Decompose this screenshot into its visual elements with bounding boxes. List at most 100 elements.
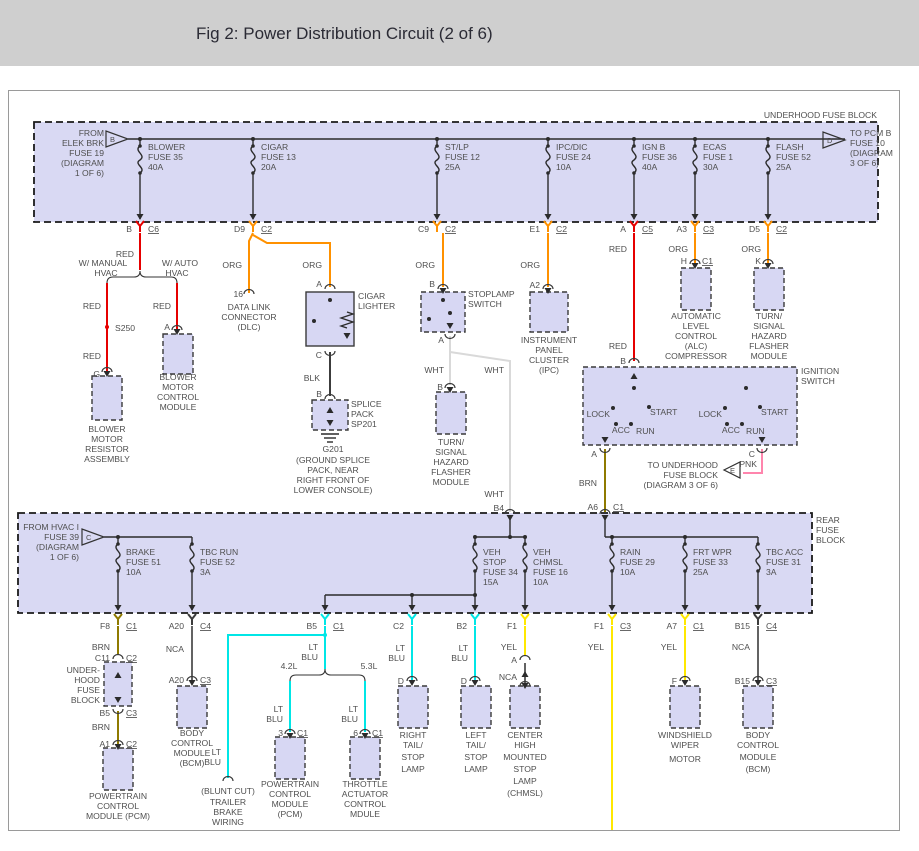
label-a6-147: A6: [587, 502, 598, 512]
turn-signal-hazard-flasher-module-1: [435, 391, 467, 435]
label-c2-44: C2: [776, 224, 787, 234]
fuse-brake-dot-bottom: [116, 569, 120, 573]
label-right-238: RIGHT: [400, 730, 427, 740]
label-tbc-run-152: TBC RUN: [200, 547, 238, 557]
label-c1-230: C1: [372, 728, 383, 738]
label-mdule-234: MDULE: [350, 809, 380, 819]
label-c-119: C: [749, 449, 755, 459]
label-fuse-51-150: FUSE 51: [126, 557, 161, 567]
label-a7-183: A7: [666, 621, 677, 631]
label-assembly-59: ASSEMBLY: [84, 454, 130, 464]
label-blu-236: BLU: [388, 653, 405, 663]
label-block-142: BLOCK: [816, 535, 845, 545]
label-resistor-58: RESISTOR: [85, 444, 129, 454]
label-motor-263: MOTOR: [669, 754, 701, 764]
label-b15-265: B15: [735, 676, 751, 686]
label-rear-140: REAR: [816, 515, 840, 525]
label-brake-217: BRAKE: [213, 807, 242, 817]
junction-dot-7: [116, 535, 120, 539]
label-10a-151: 10A: [126, 567, 142, 577]
label-module-225: MODULE: [272, 799, 309, 809]
label-pcm-226: (PCM): [278, 809, 303, 819]
label-switch-87: SWITCH: [468, 299, 502, 309]
junction-dot-14: [410, 593, 414, 597]
label-c6-32: C6: [148, 224, 159, 234]
label-diagram-3-of-6-123: (DIAGRAM 3 OF 6): [644, 480, 719, 490]
label-lock-110: LOCK: [587, 409, 611, 419]
label-hvac-49: HVAC: [165, 268, 188, 278]
fuse-stlp-dot-bottom: [435, 171, 439, 175]
label-org-69: ORG: [302, 260, 322, 270]
label-sp201-78: SP201: [351, 419, 377, 429]
junction-dot-19: [723, 406, 727, 410]
label-fuse-19-3: FUSE 19: [69, 148, 104, 158]
label-15a-158: 15A: [483, 577, 499, 587]
turn-signal-hazard-flasher-module-2: [753, 267, 785, 311]
junction-dot-3: [546, 137, 550, 141]
junction-dot-0: [138, 137, 142, 141]
fuse-vehchmsl-dot-bottom: [523, 569, 527, 573]
label-yel-249: YEL: [501, 642, 517, 652]
label-lt-213: LT: [212, 747, 222, 757]
label-brn-196: BRN: [92, 722, 110, 732]
junction-dot-27: [427, 317, 431, 321]
junction-dot-17: [744, 386, 748, 390]
label-fuse-35-11: FUSE 35: [148, 152, 183, 162]
label-ipc-104: (IPC): [539, 365, 559, 375]
label-mounted-254: MOUNTED: [503, 752, 546, 762]
label-1-of-6-146: 1 OF 6): [50, 552, 79, 562]
label-bcm-270: (BCM): [746, 764, 771, 774]
feed-arrow-b-letter: B: [110, 135, 115, 144]
label-red-50: RED: [83, 301, 101, 311]
label-25a-168: 25A: [693, 567, 709, 577]
junction-dot-11: [610, 535, 614, 539]
label-fuse-192: FUSE: [77, 685, 100, 695]
label-30a-27: 30A: [703, 162, 719, 172]
label-a3-41: A3: [676, 224, 687, 234]
label-lt-242: LT: [459, 643, 469, 653]
label-blunt-cut-215: (BLUNT CUT): [201, 786, 255, 796]
label-trailer-216: TRAILER: [210, 797, 246, 807]
label-module-63: MODULE: [160, 402, 197, 412]
label-lower-console-83: LOWER CONSOLE): [294, 485, 373, 495]
label-lt-209: LT: [309, 642, 319, 652]
label-brn-187: BRN: [92, 642, 110, 652]
label-wiring-218: WIRING: [212, 817, 244, 827]
label-diagram-145: (DIAGRAM: [36, 542, 79, 552]
fuse-ipcdic-dot-bottom: [546, 171, 550, 175]
label-under-190: UNDER-: [67, 665, 101, 675]
junction-dot-4: [632, 137, 636, 141]
junction-dot-5: [693, 137, 697, 141]
label-a-250: A: [511, 655, 517, 665]
label-lamp-241: LAMP: [401, 764, 425, 774]
label-nca-202: NCA: [166, 644, 184, 654]
label-4-2l-211: 4.2L: [281, 661, 298, 671]
label-ignition-108: IGNITION: [801, 366, 839, 376]
fuse-ecas-dot-top: [693, 144, 697, 148]
label-to-underhood-121: TO UNDERHOOD: [647, 460, 718, 470]
fuse-blower-dot-bottom: [138, 171, 142, 175]
junction-dot-15: [323, 633, 327, 637]
junction-dot-16: [632, 386, 636, 390]
label-diagram-4: (DIAGRAM: [61, 158, 104, 168]
label-red-51: RED: [153, 301, 171, 311]
junction-dot-29: [328, 298, 332, 302]
label-alc-131: (ALC): [685, 341, 708, 351]
label-fuse-29-164: FUSE 29: [620, 557, 655, 567]
label-5-3l-212: 5.3L: [361, 661, 378, 671]
label-lamp-248: LAMP: [464, 764, 488, 774]
label-fuse-34-157: FUSE 34: [483, 567, 518, 577]
label-fuse-13-14: FUSE 13: [261, 152, 296, 162]
label-wht-89: WHT: [424, 365, 444, 375]
fuse-tbcrun-dot-top: [190, 542, 194, 546]
label-c9-35: C9: [418, 224, 429, 234]
label-fuse-10-7: FUSE 10: [850, 138, 885, 148]
throttle-actuator-control-module: [349, 736, 381, 780]
label-switch-109: SWITCH: [801, 376, 835, 386]
label-pack-77: PACK: [351, 409, 374, 419]
label-body-205: BODY: [180, 728, 205, 738]
label-fuse-39-144: FUSE 39: [44, 532, 79, 542]
junction-dot-30: [312, 319, 316, 323]
label-signal-136: SIGNAL: [753, 321, 785, 331]
label-c3-42: C3: [703, 224, 714, 234]
